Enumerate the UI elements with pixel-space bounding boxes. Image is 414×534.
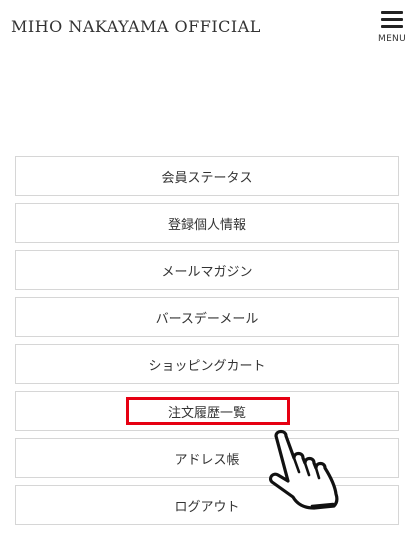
nav-item-label: 注文履歴一覧 <box>167 405 246 421</box>
hand-pointer-icon <box>268 429 339 510</box>
nav-item-mail-magazine[interactable]: メールマガジン <box>15 250 399 290</box>
nav-item-label: 会員ステータス <box>161 170 253 186</box>
nav-item-label: ログアウト <box>174 499 240 515</box>
nav-item-label: バースデーメール <box>155 311 259 327</box>
menu-label: MENU <box>378 34 406 44</box>
nav-item-label: 登録個人情報 <box>167 217 246 233</box>
menu-button[interactable]: MENU <box>374 10 410 46</box>
hamburger-icon <box>381 10 403 30</box>
nav-item-label: ショッピングカート <box>148 358 266 374</box>
site-title[interactable]: MIHO NAKAYAMA OFFICIAL <box>11 17 261 36</box>
nav-item-order-history[interactable]: 注文履歴一覧 <box>15 391 399 431</box>
nav-item-member-status[interactable]: 会員ステータス <box>15 156 399 196</box>
nav-item-label: メールマガジン <box>161 264 253 280</box>
nav-item-registered-info[interactable]: 登録個人情報 <box>15 203 399 243</box>
nav-item-label: アドレス帳 <box>174 452 240 468</box>
nav-item-birthday-mail[interactable]: バースデーメール <box>15 297 399 337</box>
nav-item-shopping-cart[interactable]: ショッピングカート <box>15 344 399 384</box>
